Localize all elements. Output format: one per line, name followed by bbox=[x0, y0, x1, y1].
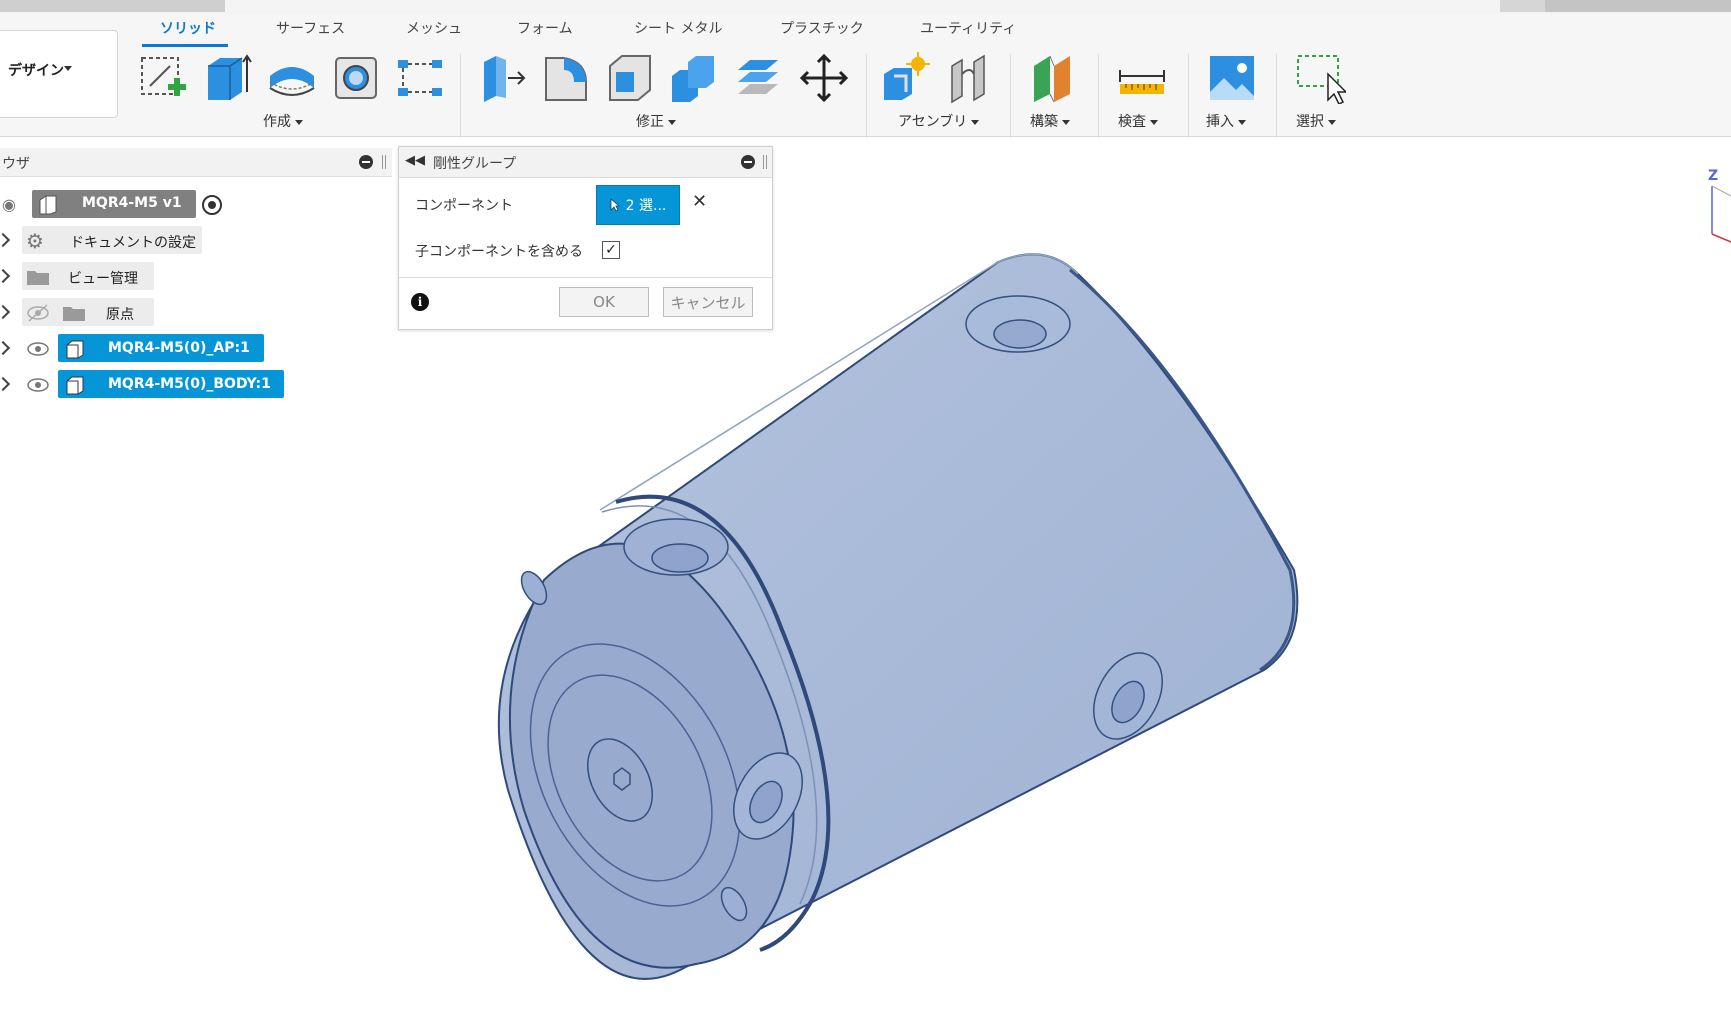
cursor-icon bbox=[610, 198, 620, 212]
chevron-right-icon[interactable] bbox=[0, 376, 11, 392]
chevron-down-icon bbox=[1062, 119, 1070, 125]
insert-image-icon[interactable] bbox=[1206, 52, 1258, 104]
chevron-down-icon bbox=[295, 119, 303, 125]
component-icon bbox=[39, 195, 57, 215]
toolbar-ribbon: デザイン ソリッド サーフェス メッシュ フォーム シート メタル プラスチック… bbox=[0, 14, 1731, 138]
joint-icon[interactable] bbox=[944, 52, 996, 104]
active-tab-indicator bbox=[142, 44, 228, 47]
group-inspect[interactable]: 検査 bbox=[1118, 111, 1158, 131]
chevron-down-icon bbox=[1328, 119, 1336, 125]
group-modify-label: 修正 bbox=[636, 114, 664, 130]
dialog-grip-icon[interactable] bbox=[763, 155, 767, 169]
clear-selection-icon[interactable]: ✕ bbox=[692, 191, 707, 212]
component-selection-button[interactable]: 2 選... bbox=[596, 185, 680, 225]
group-assemble-label: アセンブリ bbox=[898, 114, 968, 130]
chevron-down-icon bbox=[668, 119, 676, 125]
measure-icon[interactable] bbox=[1116, 52, 1168, 104]
component-label: コンポーネント bbox=[415, 198, 513, 214]
divider bbox=[1010, 54, 1011, 138]
tab-utility[interactable]: ユーティリティ bbox=[920, 18, 1016, 38]
viewcube-axes-icon bbox=[1711, 185, 1731, 243]
eye-icon[interactable] bbox=[26, 340, 50, 358]
divider bbox=[866, 54, 867, 138]
cylinder-model[interactable] bbox=[460, 250, 1310, 990]
component-icon bbox=[66, 340, 84, 359]
fillet-icon[interactable] bbox=[540, 52, 592, 104]
file-tab-strip[interactable] bbox=[0, 0, 225, 12]
chevron-down-icon bbox=[64, 66, 72, 71]
tree-item-label: MQR4-M5(0)_AP:1 bbox=[108, 340, 250, 356]
component-icon bbox=[66, 376, 84, 395]
group-select-label: 選択 bbox=[1296, 114, 1324, 130]
divider bbox=[1276, 54, 1277, 138]
folder-icon bbox=[63, 307, 85, 321]
chevron-right-icon[interactable] bbox=[0, 268, 11, 284]
tree-item-label: ビュー管理 bbox=[68, 271, 138, 287]
offset-plane-icon[interactable] bbox=[1028, 52, 1080, 104]
tab-mesh[interactable]: メッシュ bbox=[406, 18, 462, 38]
collapse-dialog-icon[interactable]: ◀◀ bbox=[405, 153, 425, 168]
group-inspect-label: 検査 bbox=[1118, 114, 1146, 130]
info-icon[interactable]: i bbox=[411, 293, 429, 311]
tab-solid[interactable]: ソリッド bbox=[160, 18, 216, 38]
chevron-right-icon[interactable] bbox=[0, 340, 11, 356]
viewcube[interactable]: Z bbox=[1700, 168, 1731, 258]
chevron-right-icon[interactable] bbox=[0, 232, 11, 248]
group-construct[interactable]: 構築 bbox=[1030, 111, 1070, 131]
group-insert[interactable]: 挿入 bbox=[1206, 111, 1246, 131]
chevron-down-icon bbox=[971, 119, 980, 125]
tree-item-label: ドキュメントの設定 bbox=[70, 235, 196, 251]
group-assemble[interactable]: アセンブリ bbox=[898, 111, 980, 131]
window-controls-strip-dark bbox=[1545, 0, 1731, 12]
divider bbox=[1188, 54, 1189, 138]
group-modify[interactable]: 修正 bbox=[636, 111, 676, 131]
title-strip bbox=[0, 0, 1731, 14]
dialog-title: 剛性グループ bbox=[433, 156, 517, 172]
hidden-eye-icon[interactable] bbox=[26, 304, 50, 322]
move-icon[interactable] bbox=[798, 52, 850, 104]
gear-icon: ⚙ bbox=[26, 229, 44, 253]
chevron-down-icon bbox=[1238, 119, 1246, 125]
browser-header: ウザ bbox=[0, 148, 392, 177]
panel-grip-icon[interactable] bbox=[382, 155, 386, 169]
group-construct-label: 構築 bbox=[1030, 114, 1058, 130]
tab-form[interactable]: フォーム bbox=[517, 18, 573, 38]
shell-icon[interactable] bbox=[604, 52, 656, 104]
chevron-down-icon bbox=[1150, 119, 1158, 125]
dialog-header: ◀◀ 剛性グループ bbox=[399, 147, 772, 178]
selection-count: 2 選... bbox=[625, 198, 667, 214]
divider bbox=[460, 54, 461, 138]
offset-face-icon[interactable] bbox=[732, 52, 784, 104]
group-insert-label: 挿入 bbox=[1206, 114, 1234, 130]
minimize-dialog-icon[interactable] bbox=[741, 155, 755, 169]
tab-sheet-metal[interactable]: シート メタル bbox=[634, 18, 722, 38]
group-select[interactable]: 選択 bbox=[1296, 111, 1336, 131]
tree-item-label: 原点 bbox=[106, 307, 134, 323]
eye-icon[interactable]: ◉ bbox=[2, 195, 16, 214]
tab-surface[interactable]: サーフェス bbox=[276, 18, 345, 38]
tab-plastic[interactable]: プラスチック bbox=[780, 18, 864, 38]
activate-radio-icon[interactable] bbox=[202, 195, 222, 215]
create-sketch-icon[interactable] bbox=[136, 52, 188, 104]
chevron-right-icon[interactable] bbox=[0, 304, 11, 320]
group-create[interactable]: 作成 bbox=[263, 111, 303, 131]
hole-icon[interactable] bbox=[330, 52, 382, 104]
folder-icon bbox=[27, 271, 49, 285]
group-create-label: 作成 bbox=[263, 114, 291, 130]
browser-title: ウザ bbox=[2, 156, 30, 172]
tree-item-label: MQR4-M5(0)_BODY:1 bbox=[108, 376, 271, 392]
extrude-icon[interactable] bbox=[200, 52, 252, 104]
workspace-label[interactable]: デザイン bbox=[8, 60, 64, 80]
combine-icon[interactable] bbox=[668, 52, 720, 104]
select-window-icon[interactable] bbox=[1294, 52, 1348, 106]
root-label: MQR4-M5 v1 bbox=[82, 195, 182, 211]
revolve-icon[interactable] bbox=[266, 52, 318, 104]
collapse-panel-icon[interactable] bbox=[359, 155, 373, 169]
new-component-icon[interactable] bbox=[880, 52, 932, 104]
pattern-icon[interactable] bbox=[394, 52, 446, 104]
divider bbox=[1098, 54, 1099, 138]
press-pull-icon[interactable] bbox=[474, 52, 526, 104]
eye-icon[interactable] bbox=[26, 376, 50, 394]
